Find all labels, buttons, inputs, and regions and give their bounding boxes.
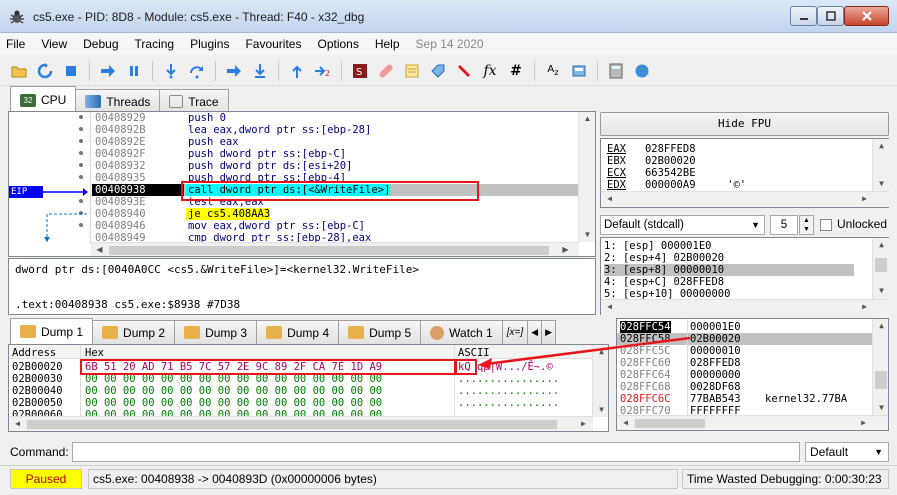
command-mode-value: Default bbox=[810, 445, 849, 459]
command-label: Command: bbox=[10, 445, 69, 459]
command-input[interactable] bbox=[72, 442, 800, 462]
command-mode-select[interactable]: Default ▼ bbox=[805, 442, 889, 462]
status-bar: Paused cs5.exe: 00408938 -> 0040893D (0x… bbox=[0, 465, 897, 495]
status-state: Paused bbox=[10, 469, 82, 489]
command-bar: Command: Default ▼ bbox=[0, 440, 897, 464]
annotation-arrow bbox=[478, 336, 691, 369]
chevron-down-icon: ▼ bbox=[874, 447, 883, 457]
status-message: cs5.exe: 00408938 -> 0040893D (0x0000000… bbox=[88, 469, 678, 489]
time-wasted: Time Wasted Debugging: 0:00:30:23 bbox=[682, 469, 889, 489]
